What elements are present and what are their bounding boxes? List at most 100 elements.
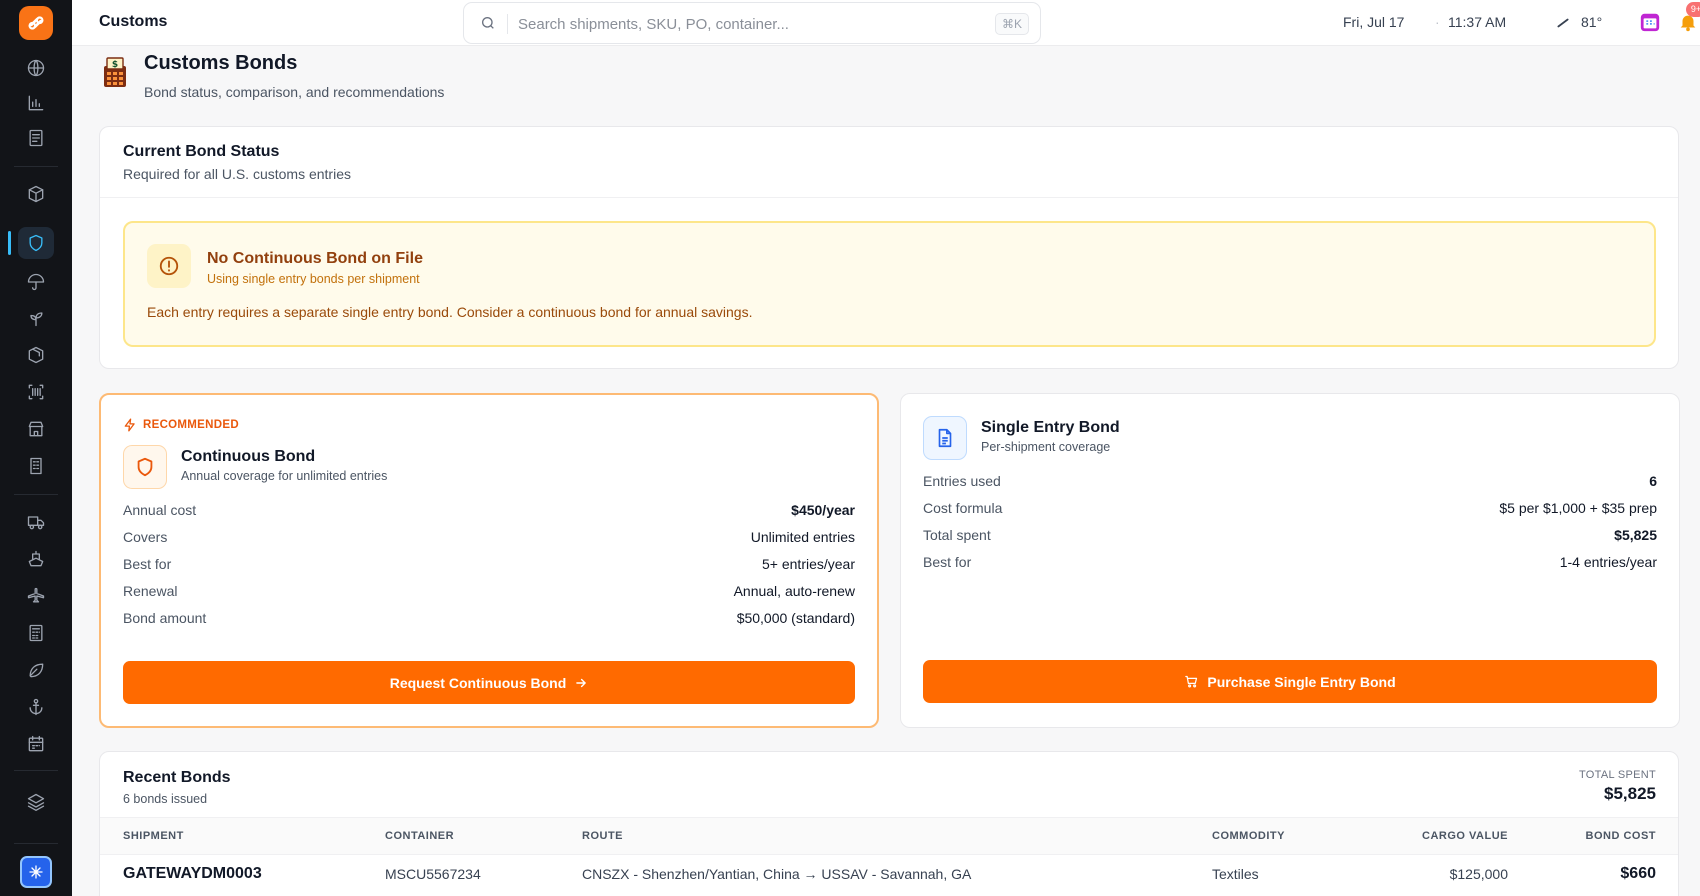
page-subtitle: Bond status, comparison, and recommendat…: [144, 84, 445, 100]
recent-bonds-card: Recent Bonds 6 bonds issued TOTAL SPENT …: [99, 751, 1679, 896]
detail-row: Entries used 6: [923, 473, 1657, 493]
sprout-icon[interactable]: [18, 302, 54, 334]
cargo-value: $125,000: [1449, 866, 1508, 882]
sidebar-divider: [14, 166, 58, 167]
commodity: Textiles: [1212, 866, 1259, 882]
column-header[interactable]: SHIPMENT: [123, 830, 184, 842]
purchase-single-entry-bond-button[interactable]: Purchase Single Entry Bond: [923, 660, 1657, 703]
column-header[interactable]: CARGO VALUE: [1422, 830, 1508, 842]
notification-badge: 9+: [1686, 2, 1700, 17]
umbrella-icon[interactable]: [18, 266, 54, 298]
current-date: Fri, Jul 17: [1343, 14, 1405, 30]
alert-subtitle: Using single entry bonds per shipment: [207, 272, 420, 286]
package-icon[interactable]: [18, 339, 54, 371]
bond-ledger-icon: $: [102, 56, 128, 88]
shield-icon[interactable]: [18, 227, 54, 259]
globe-icon[interactable]: [18, 52, 54, 84]
leaf-icon[interactable]: [18, 654, 54, 686]
recommended-label: RECOMMENDED: [143, 419, 239, 431]
detail-label: Covers: [123, 529, 168, 545]
column-header[interactable]: COMMODITY: [1212, 830, 1285, 842]
search-input[interactable]: [518, 11, 938, 37]
anchor-icon[interactable]: [18, 691, 54, 723]
weather-temp: 81°: [1581, 14, 1603, 30]
total-spent-label: TOTAL SPENT: [1578, 769, 1656, 781]
truck-icon[interactable]: [18, 506, 54, 538]
continuous-bond-name: Continuous Bond: [181, 448, 316, 465]
search-separator: [507, 14, 508, 34]
detail-label: Best for: [123, 556, 172, 572]
sidebar-divider: [14, 770, 58, 771]
detail-row: Cost formula $5 per $1,000 + $35 prep: [923, 500, 1657, 520]
lightning-icon: [124, 418, 135, 432]
moon-icon: [1553, 11, 1573, 35]
barcode-icon[interactable]: [18, 376, 54, 408]
status-title: Current Bond Status: [123, 143, 280, 160]
button-label: Request Continuous Bond: [389, 674, 567, 691]
detail-row: Best for 5+ entries/year: [123, 556, 855, 576]
detail-row: Annual cost $450/year: [123, 502, 855, 522]
calculator-icon[interactable]: [18, 617, 54, 649]
store-icon[interactable]: [18, 413, 54, 445]
continuous-bond-desc: Annual coverage for unlimited entries: [181, 469, 388, 483]
detail-row: Best for 1-4 entries/year: [923, 554, 1657, 574]
calendar-app-icon[interactable]: [1638, 10, 1662, 34]
arrow-right-icon: [576, 678, 587, 687]
detail-row: Covers Unlimited entries: [123, 529, 855, 549]
container-id: MSCU5567234: [385, 866, 481, 882]
app-logo[interactable]: [19, 6, 53, 40]
detail-value: 1-4 entries/year: [1559, 554, 1657, 570]
calendar-icon[interactable]: [18, 728, 54, 760]
box-icon[interactable]: [18, 178, 54, 210]
plane-icon[interactable]: [18, 580, 54, 612]
status-subtitle: Required for all U.S. customs entries: [123, 166, 351, 182]
shipment-id[interactable]: GATEWAYDM0003: [123, 865, 262, 883]
detail-value: Unlimited entries: [750, 529, 855, 545]
column-header[interactable]: CONTAINER: [385, 830, 454, 842]
document-icon[interactable]: [18, 122, 54, 154]
cart-icon: [1185, 675, 1198, 688]
sparkle-icon: [29, 865, 43, 879]
page-title: Customs Bonds: [144, 52, 298, 74]
sidebar-divider: [14, 843, 58, 844]
shortcut-hint: ⌘K: [994, 13, 1029, 35]
detail-label: Total spent: [923, 527, 991, 543]
bond-cost: $660: [1620, 865, 1656, 882]
single-bond-desc: Per-shipment coverage: [981, 440, 1111, 454]
detail-value: $5,825: [1614, 527, 1657, 543]
detail-value: 5+ entries/year: [762, 556, 855, 572]
recent-subtitle: 6 bonds issued: [123, 792, 208, 806]
total-spent-value: $5,825: [1604, 784, 1656, 803]
detail-value: $50,000 (standard): [736, 610, 855, 626]
alert-circle-icon: [147, 244, 191, 288]
building-icon[interactable]: [18, 450, 54, 482]
layers-icon[interactable]: [18, 786, 54, 818]
search-icon: [480, 15, 496, 36]
alert-body: Each entry requires a separate single en…: [147, 304, 753, 320]
page-label: Customs: [99, 13, 168, 30]
ship-icon[interactable]: [18, 543, 54, 575]
main-content: $ Customs Bonds Bond status, comparison,…: [72, 46, 1700, 896]
continuous-bond-card: RECOMMENDED Continuous Bond Annual cover…: [99, 393, 879, 728]
detail-value: $450/year: [791, 502, 855, 518]
datetime-separator: ·: [1435, 14, 1440, 30]
alert-title: No Continuous Bond on File: [207, 250, 423, 267]
detail-value: Annual, auto-renew: [733, 583, 855, 599]
single-bond-name: Single Entry Bond: [981, 419, 1120, 436]
assistant-button[interactable]: [20, 856, 52, 888]
request-continuous-bond-button[interactable]: Request Continuous Bond: [123, 661, 855, 704]
column-header[interactable]: ROUTE: [582, 830, 623, 842]
sidebar-divider: [14, 494, 58, 495]
detail-label: Entries used: [923, 473, 1001, 489]
detail-label: Renewal: [123, 583, 178, 599]
detail-value: $5 per $1,000 + $35 prep: [1499, 500, 1657, 516]
sidebar: [0, 0, 72, 896]
column-header[interactable]: BOND COST: [1586, 830, 1657, 842]
button-label: Purchase Single Entry Bond: [1207, 673, 1396, 690]
bond-status-card: Current Bond Status Required for all U.S…: [99, 126, 1679, 369]
detail-label: Bond amount: [123, 610, 207, 626]
chart-icon[interactable]: [18, 87, 54, 119]
search-bar[interactable]: ⌘K: [463, 2, 1041, 44]
shield-icon: [123, 445, 167, 489]
top-bar: Customs ⌘K Fri, Jul 17 · 11:37 AM 81° 9+: [72, 0, 1700, 46]
